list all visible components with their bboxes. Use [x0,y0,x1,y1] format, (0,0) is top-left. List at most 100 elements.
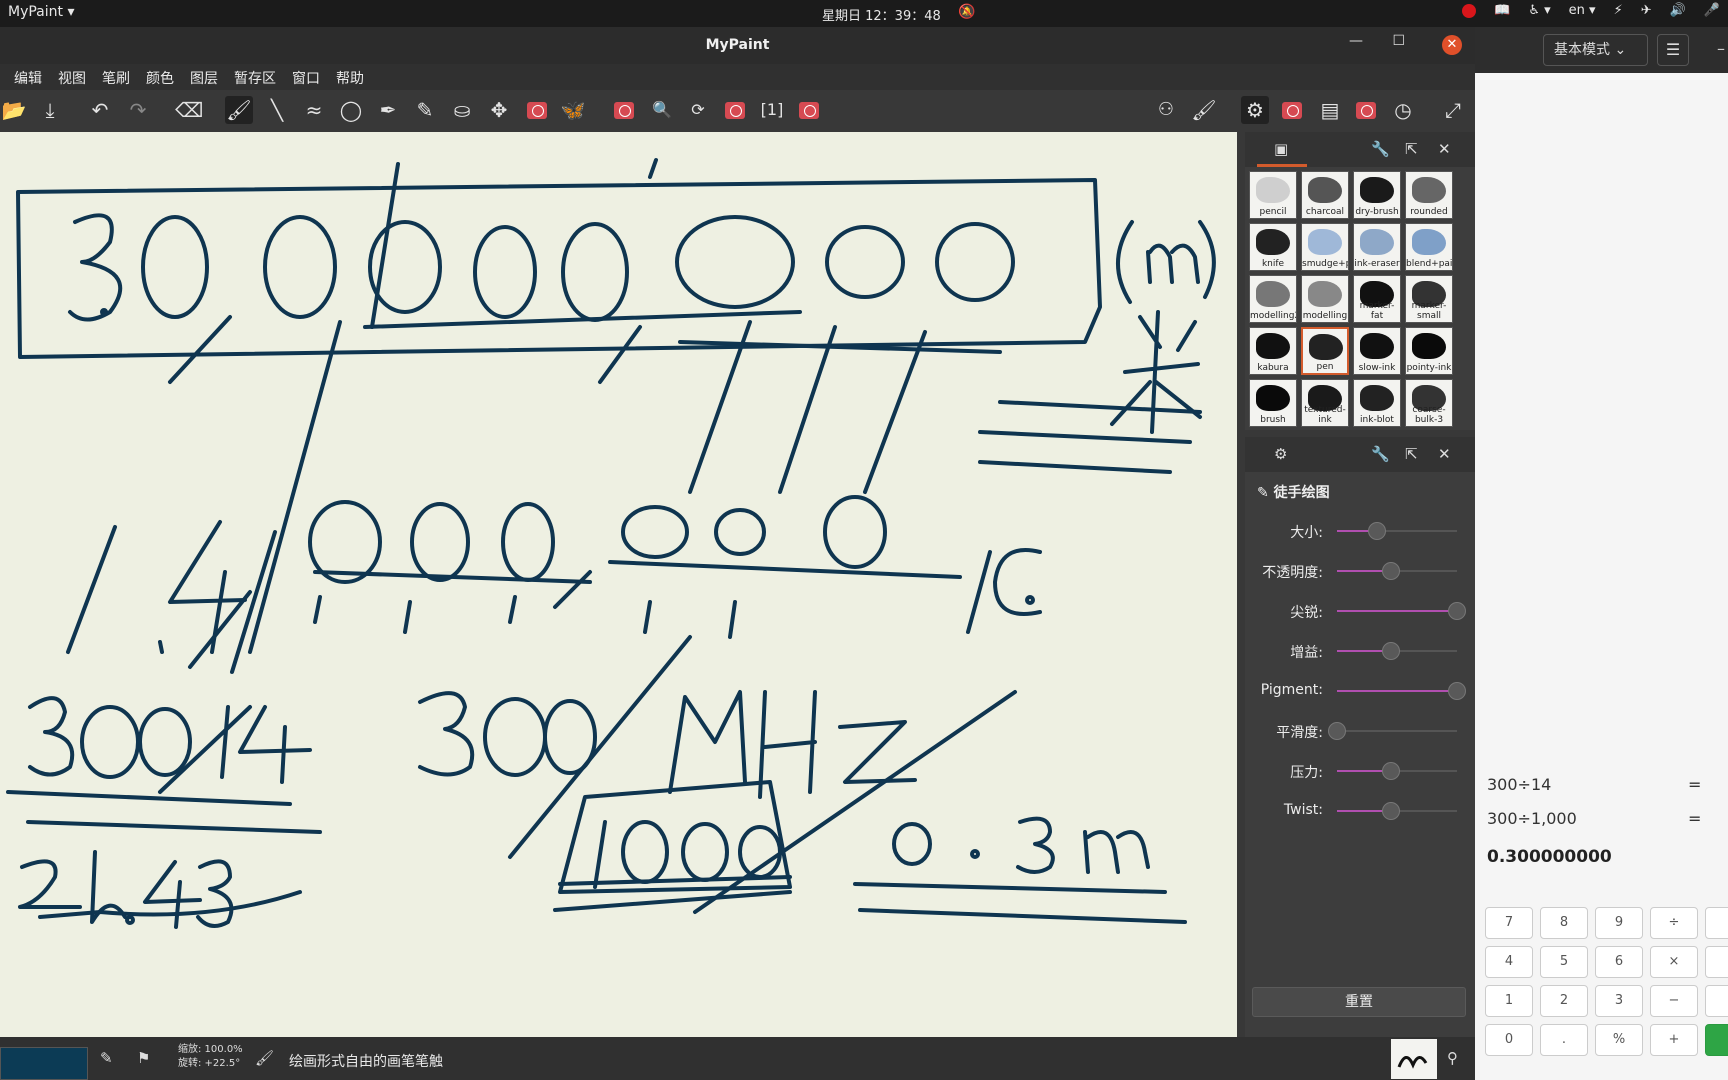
menu-help[interactable]: 帮助 [334,64,372,90]
history-expression[interactable]: 300÷14 [1487,775,1551,794]
menu-edit[interactable]: 编辑 [12,64,50,90]
save-icon[interactable]: ⤓ [36,96,64,124]
brush-coarse-bulk-3[interactable]: coarse-bulk-3 [1405,379,1453,427]
menu-view[interactable]: 视图 [56,64,94,90]
slider-track[interactable] [1337,642,1457,660]
panel-detach-icon[interactable]: ⇱ [1405,140,1418,158]
missing-tool-icon-3[interactable] [725,102,745,119]
eraser-icon[interactable]: ⌫ [175,96,203,124]
zoom-icon[interactable]: 🔍 [648,96,676,124]
airplane-icon[interactable]: ✈ [1641,3,1652,18]
accessibility-icon[interactable]: ♿ ▾ [1528,3,1550,18]
ellipse-icon[interactable]: ◯ [337,96,365,124]
brush-modelling2[interactable]: modelling2 [1249,275,1297,323]
calculator-key[interactable] [1705,907,1728,939]
brushes-icon[interactable]: 🖌 [1190,96,1218,124]
calculator-result[interactable]: 0.300000000 [1487,847,1612,867]
calculator-key[interactable]: 7 [1485,907,1533,939]
brush-smudge+paint[interactable]: smudge+paint [1301,223,1349,271]
slider-track[interactable] [1328,722,1457,740]
missing-tool-icon-5[interactable] [1282,102,1302,119]
slider-knob[interactable] [1382,642,1400,660]
missing-tool-icon-4[interactable] [799,102,819,119]
color-wheel-icon[interactable]: ⚇ [1152,96,1180,124]
settings-gear-icon[interactable]: ⚙ [1241,96,1269,124]
scratchpad-icon[interactable]: ▤ [1316,96,1344,124]
connected-lines-icon[interactable]: ≈ [300,96,328,124]
inking-icon[interactable]: ✒ [374,96,402,124]
volume-icon[interactable]: 🔊 [1670,3,1686,18]
zoom-1-1-icon[interactable]: [1] [758,96,786,124]
app-menu[interactable]: MyPaint ▾ [8,4,75,20]
history-expression[interactable]: 300÷1,000 [1487,809,1577,828]
calculator-key[interactable]: 8 [1540,907,1588,939]
settings-close-icon[interactable]: ✕ [1438,445,1451,463]
settings-options-icon[interactable]: 🔧 [1371,445,1390,463]
brush-pointy-ink[interactable]: pointy-ink [1405,327,1453,375]
brush-kabura[interactable]: kabura [1249,327,1297,375]
calculator-key[interactable] [1705,985,1728,1017]
reset-button[interactable]: 重置 [1252,987,1466,1017]
calculator-key[interactable]: 2 [1540,985,1588,1017]
brush-slow-ink[interactable]: slow-ink [1353,327,1401,375]
menu-color[interactable]: 颜色 [144,64,182,90]
fill-icon[interactable]: ⛀ [448,96,476,124]
slider-knob[interactable] [1367,522,1386,540]
panel-options-icon[interactable]: 🔧 [1371,140,1390,158]
calculator-mode-dropdown[interactable]: 基本模式 ⌄ [1543,34,1648,66]
microphone-icon[interactable]: 🎤 [1704,3,1720,18]
slider-track[interactable] [1337,562,1457,580]
calculator-minimize-button[interactable]: – [1717,39,1725,58]
equals-key[interactable] [1705,1024,1728,1056]
redo-icon[interactable]: ↷ [124,96,152,124]
recording-indicator-icon[interactable] [1462,3,1477,18]
missing-tool-icon-2[interactable] [614,102,634,119]
brush-pen[interactable]: pen [1301,327,1349,375]
menu-brush[interactable]: 笔刷 [100,64,138,90]
layer-mode-icon[interactable]: ✎ [100,1049,113,1067]
missing-tool-icon-6[interactable] [1356,102,1376,119]
settings-tab-icon[interactable]: ⚙ [1274,445,1287,463]
brush-ink-blot[interactable]: ink-blot [1353,379,1401,427]
open-file-icon[interactable]: 📂 [0,96,28,124]
menu-window[interactable]: 窗口 [290,64,328,90]
missing-tool-icon[interactable] [527,102,547,119]
panel-close-icon[interactable]: ✕ [1438,140,1451,158]
minimize-button[interactable]: — [1349,33,1363,49]
calculator-key[interactable]: 4 [1485,946,1533,978]
symmetry-icon[interactable]: 🦋 [559,96,587,124]
slider-knob[interactable] [1382,802,1400,820]
hamburger-menu-icon[interactable]: ☰ [1657,34,1689,66]
calculator-key[interactable]: ÷ [1650,907,1698,939]
calculator-key[interactable]: 1 [1485,985,1533,1017]
slider-track[interactable] [1337,802,1457,820]
language-selector[interactable]: en ▾ [1569,3,1596,18]
lines-icon[interactable]: ╲ [263,96,291,124]
brush-marker-fat[interactable]: marker-fat [1353,275,1401,323]
menu-layer[interactable]: 图层 [188,64,226,90]
fullscreen-icon[interactable]: ⤢ [1439,96,1467,124]
calculator-key[interactable]: % [1595,1024,1643,1056]
calculator-key[interactable]: . [1540,1024,1588,1056]
brush-blend+paint[interactable]: blend+paint [1405,223,1453,271]
calculator-key[interactable]: 9 [1595,907,1643,939]
settings-detach-icon[interactable]: ⇱ [1405,445,1418,463]
brush-charcoal[interactable]: charcoal [1301,171,1349,219]
rotate-view-icon[interactable]: ⟳ [684,96,712,124]
color-picker-icon[interactable]: ✎ [411,96,439,124]
calculator-key[interactable] [1705,946,1728,978]
history-clock-icon[interactable]: ◷ [1389,96,1417,124]
slider-knob[interactable] [1382,762,1400,780]
network-icon[interactable]: ⚡ [1614,3,1623,18]
slider-knob[interactable] [1382,562,1400,580]
calculator-key[interactable]: 5 [1540,946,1588,978]
calculator-key[interactable]: 0 [1485,1024,1533,1056]
maximize-button[interactable]: ☐ [1392,33,1405,49]
slider-knob[interactable] [1448,682,1466,700]
brush-ink-eraser[interactable]: ink-eraser [1353,223,1401,271]
brush-tab-icon[interactable]: ▣ [1274,140,1288,158]
slider-track[interactable] [1337,762,1457,780]
slider-track[interactable] [1337,522,1457,540]
calculator-key[interactable]: 3 [1595,985,1643,1017]
calculator-key[interactable]: 6 [1595,946,1643,978]
